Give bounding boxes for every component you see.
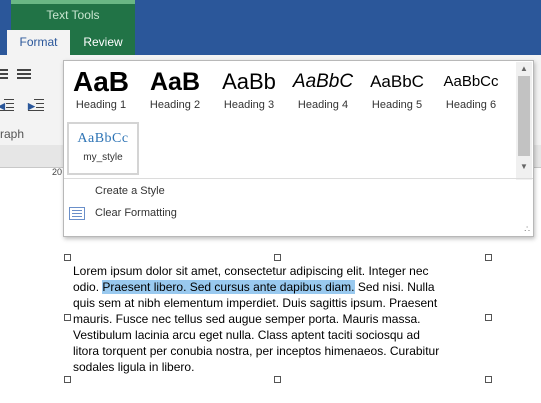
styles-gallery-dropdown: AaB Heading 1 AaB Heading 2 AaBb Heading… [63,60,534,237]
text-line: Vestibulum lacinia arcu eget nulla. Clas… [73,328,420,342]
text-line: sodales ligula in libero. [73,360,195,374]
style-my-style[interactable]: AaBbCc my_style [67,122,139,175]
style-heading-2[interactable]: AaB Heading 2 [139,65,211,119]
resize-handle[interactable] [485,254,492,261]
text-line: quis sem at nibh elementum imperdiet. Du… [73,296,438,310]
paragraph-group-label: raph [0,127,25,141]
style-heading-4[interactable]: AaBbC Heading 4 [287,65,359,119]
gallery-scrollbar[interactable]: ▲ ▼ [516,62,532,180]
resize-grip-icon[interactable]: ∴ [524,224,530,235]
resize-handle[interactable] [274,376,281,383]
text-line: mauris. Fusce nec tellus sed augue sempe… [73,312,421,326]
clear-formatting-icon [69,207,85,220]
increase-indent-icon[interactable]: ▶ [28,99,44,111]
context-group-title: Text Tools [46,8,100,22]
selected-text: Praesent libero. Sed cursus ante dapibus… [102,280,355,294]
scroll-up-icon[interactable]: ▲ [520,64,528,73]
resize-handle[interactable] [64,376,71,383]
body-text[interactable]: Lorem ipsum dolor sit amet, consectetur … [73,263,488,375]
decrease-indent-icon[interactable]: ◀ [0,99,14,111]
scroll-down-icon[interactable]: ▼ [520,162,528,171]
style-heading-6[interactable]: AaBbCc Heading 6 [435,65,507,119]
resize-handle[interactable] [274,254,281,261]
scroll-thumb[interactable] [518,76,530,156]
menu-divider [64,178,533,179]
justify-icon[interactable] [17,69,31,81]
align-right-icon[interactable] [0,69,8,81]
style-heading-5[interactable]: AaBbC Heading 5 [361,65,433,119]
create-style-item[interactable]: Create a Style [65,181,515,201]
text-line: Lorem ipsum dolor sit amet, consectetur … [73,264,429,278]
text-line: litora torquent per conubia nostra, per … [73,344,440,358]
text-line: odio. Praesent libero. Sed cursus ante d… [73,280,435,294]
resize-handle[interactable] [64,314,71,321]
ruler-number: 20 [52,167,63,177]
clear-formatting-item[interactable]: Clear Formatting [65,203,515,223]
style-heading-1[interactable]: AaB Heading 1 [65,65,137,119]
resize-handle[interactable] [485,376,492,383]
tab-format[interactable]: Format [7,30,70,55]
style-heading-3[interactable]: AaBb Heading 3 [213,65,285,119]
context-accent-bar [11,0,135,4]
resize-handle[interactable] [64,254,71,261]
ribbon-header: Text Tools Format Review [0,0,541,55]
tab-review[interactable]: Review [70,30,136,55]
